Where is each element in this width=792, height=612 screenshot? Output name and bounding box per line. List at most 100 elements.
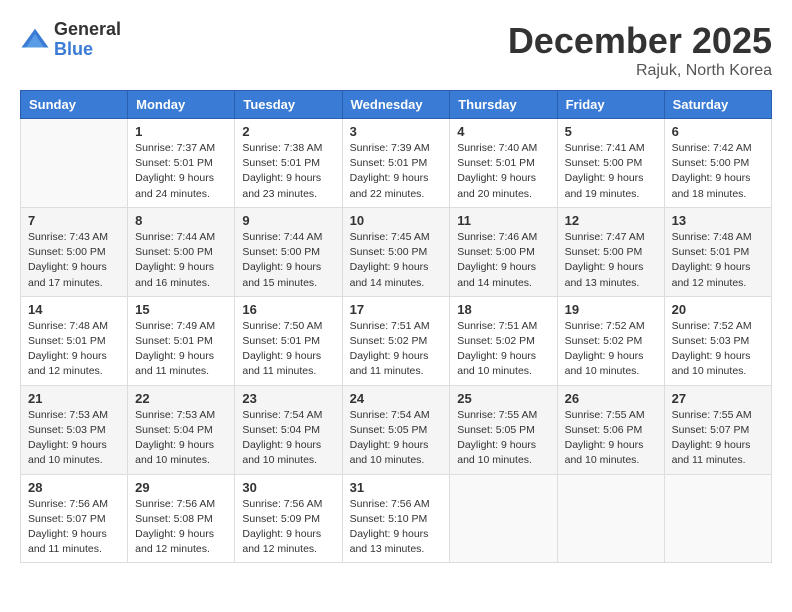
table-row: 18 Sunrise: 7:51 AMSunset: 5:02 PMDaylig…	[450, 296, 557, 385]
table-row: 2 Sunrise: 7:38 AMSunset: 5:01 PMDayligh…	[235, 119, 342, 208]
table-row: 15 Sunrise: 7:49 AMSunset: 5:01 PMDaylig…	[128, 296, 235, 385]
header-tuesday: Tuesday	[235, 91, 342, 119]
header-wednesday: Wednesday	[342, 91, 450, 119]
day-info: Sunrise: 7:53 AMSunset: 5:03 PMDaylight:…	[28, 409, 108, 467]
day-info: Sunrise: 7:38 AMSunset: 5:01 PMDaylight:…	[242, 142, 322, 200]
table-row: 6 Sunrise: 7:42 AMSunset: 5:00 PMDayligh…	[664, 119, 771, 208]
page-header: General Blue December 2025 Rajuk, North …	[20, 20, 772, 80]
day-number: 28	[28, 480, 120, 495]
header-thursday: Thursday	[450, 91, 557, 119]
table-row: 1 Sunrise: 7:37 AMSunset: 5:01 PMDayligh…	[128, 119, 235, 208]
location-title: Rajuk, North Korea	[508, 62, 772, 80]
day-number: 15	[135, 302, 227, 317]
header-sunday: Sunday	[21, 91, 128, 119]
day-info: Sunrise: 7:48 AMSunset: 5:01 PMDaylight:…	[672, 231, 752, 289]
day-number: 2	[242, 124, 334, 139]
month-title: December 2025	[508, 20, 772, 62]
logo-text: General Blue	[54, 20, 121, 60]
calendar-week-row: 21 Sunrise: 7:53 AMSunset: 5:03 PMDaylig…	[21, 385, 772, 474]
logo: General Blue	[20, 20, 121, 60]
day-number: 18	[457, 302, 549, 317]
header-friday: Friday	[557, 91, 664, 119]
day-number: 6	[672, 124, 764, 139]
day-number: 8	[135, 213, 227, 228]
day-info: Sunrise: 7:51 AMSunset: 5:02 PMDaylight:…	[350, 320, 430, 378]
table-row	[664, 474, 771, 563]
calendar-week-row: 7 Sunrise: 7:43 AMSunset: 5:00 PMDayligh…	[21, 207, 772, 296]
day-info: Sunrise: 7:52 AMSunset: 5:03 PMDaylight:…	[672, 320, 752, 378]
calendar-week-row: 1 Sunrise: 7:37 AMSunset: 5:01 PMDayligh…	[21, 119, 772, 208]
day-number: 12	[565, 213, 657, 228]
calendar-header-row: Sunday Monday Tuesday Wednesday Thursday…	[21, 91, 772, 119]
day-info: Sunrise: 7:48 AMSunset: 5:01 PMDaylight:…	[28, 320, 108, 378]
day-info: Sunrise: 7:55 AMSunset: 5:07 PMDaylight:…	[672, 409, 752, 467]
day-info: Sunrise: 7:46 AMSunset: 5:00 PMDaylight:…	[457, 231, 537, 289]
table-row: 14 Sunrise: 7:48 AMSunset: 5:01 PMDaylig…	[21, 296, 128, 385]
table-row: 23 Sunrise: 7:54 AMSunset: 5:04 PMDaylig…	[235, 385, 342, 474]
day-number: 25	[457, 391, 549, 406]
day-info: Sunrise: 7:50 AMSunset: 5:01 PMDaylight:…	[242, 320, 322, 378]
day-info: Sunrise: 7:41 AMSunset: 5:00 PMDaylight:…	[565, 142, 645, 200]
table-row: 8 Sunrise: 7:44 AMSunset: 5:00 PMDayligh…	[128, 207, 235, 296]
table-row: 29 Sunrise: 7:56 AMSunset: 5:08 PMDaylig…	[128, 474, 235, 563]
day-info: Sunrise: 7:54 AMSunset: 5:04 PMDaylight:…	[242, 409, 322, 467]
day-number: 11	[457, 213, 549, 228]
table-row: 7 Sunrise: 7:43 AMSunset: 5:00 PMDayligh…	[21, 207, 128, 296]
day-number: 23	[242, 391, 334, 406]
day-info: Sunrise: 7:55 AMSunset: 5:05 PMDaylight:…	[457, 409, 537, 467]
day-info: Sunrise: 7:44 AMSunset: 5:00 PMDaylight:…	[242, 231, 322, 289]
day-number: 17	[350, 302, 443, 317]
day-info: Sunrise: 7:37 AMSunset: 5:01 PMDaylight:…	[135, 142, 215, 200]
day-info: Sunrise: 7:56 AMSunset: 5:10 PMDaylight:…	[350, 498, 430, 556]
logo-icon	[20, 25, 50, 55]
day-info: Sunrise: 7:43 AMSunset: 5:00 PMDaylight:…	[28, 231, 108, 289]
day-number: 19	[565, 302, 657, 317]
calendar-week-row: 14 Sunrise: 7:48 AMSunset: 5:01 PMDaylig…	[21, 296, 772, 385]
logo-blue: Blue	[54, 40, 121, 60]
table-row: 20 Sunrise: 7:52 AMSunset: 5:03 PMDaylig…	[664, 296, 771, 385]
day-number: 21	[28, 391, 120, 406]
table-row: 5 Sunrise: 7:41 AMSunset: 5:00 PMDayligh…	[557, 119, 664, 208]
table-row	[557, 474, 664, 563]
table-row: 13 Sunrise: 7:48 AMSunset: 5:01 PMDaylig…	[664, 207, 771, 296]
day-info: Sunrise: 7:52 AMSunset: 5:02 PMDaylight:…	[565, 320, 645, 378]
title-area: December 2025 Rajuk, North Korea	[508, 20, 772, 80]
day-info: Sunrise: 7:56 AMSunset: 5:08 PMDaylight:…	[135, 498, 215, 556]
table-row: 22 Sunrise: 7:53 AMSunset: 5:04 PMDaylig…	[128, 385, 235, 474]
day-number: 24	[350, 391, 443, 406]
table-row: 31 Sunrise: 7:56 AMSunset: 5:10 PMDaylig…	[342, 474, 450, 563]
day-info: Sunrise: 7:55 AMSunset: 5:06 PMDaylight:…	[565, 409, 645, 467]
day-info: Sunrise: 7:51 AMSunset: 5:02 PMDaylight:…	[457, 320, 537, 378]
calendar-week-row: 28 Sunrise: 7:56 AMSunset: 5:07 PMDaylig…	[21, 474, 772, 563]
table-row: 9 Sunrise: 7:44 AMSunset: 5:00 PMDayligh…	[235, 207, 342, 296]
table-row: 4 Sunrise: 7:40 AMSunset: 5:01 PMDayligh…	[450, 119, 557, 208]
day-number: 10	[350, 213, 443, 228]
day-number: 1	[135, 124, 227, 139]
day-info: Sunrise: 7:54 AMSunset: 5:05 PMDaylight:…	[350, 409, 430, 467]
table-row: 26 Sunrise: 7:55 AMSunset: 5:06 PMDaylig…	[557, 385, 664, 474]
header-saturday: Saturday	[664, 91, 771, 119]
day-number: 3	[350, 124, 443, 139]
table-row: 3 Sunrise: 7:39 AMSunset: 5:01 PMDayligh…	[342, 119, 450, 208]
day-number: 20	[672, 302, 764, 317]
day-number: 22	[135, 391, 227, 406]
day-number: 26	[565, 391, 657, 406]
day-info: Sunrise: 7:53 AMSunset: 5:04 PMDaylight:…	[135, 409, 215, 467]
table-row: 25 Sunrise: 7:55 AMSunset: 5:05 PMDaylig…	[450, 385, 557, 474]
day-info: Sunrise: 7:56 AMSunset: 5:09 PMDaylight:…	[242, 498, 322, 556]
day-info: Sunrise: 7:39 AMSunset: 5:01 PMDaylight:…	[350, 142, 430, 200]
day-number: 16	[242, 302, 334, 317]
table-row: 17 Sunrise: 7:51 AMSunset: 5:02 PMDaylig…	[342, 296, 450, 385]
day-number: 13	[672, 213, 764, 228]
table-row: 30 Sunrise: 7:56 AMSunset: 5:09 PMDaylig…	[235, 474, 342, 563]
day-number: 14	[28, 302, 120, 317]
day-info: Sunrise: 7:47 AMSunset: 5:00 PMDaylight:…	[565, 231, 645, 289]
table-row: 27 Sunrise: 7:55 AMSunset: 5:07 PMDaylig…	[664, 385, 771, 474]
day-info: Sunrise: 7:44 AMSunset: 5:00 PMDaylight:…	[135, 231, 215, 289]
table-row: 19 Sunrise: 7:52 AMSunset: 5:02 PMDaylig…	[557, 296, 664, 385]
logo-general: General	[54, 20, 121, 40]
day-number: 31	[350, 480, 443, 495]
day-number: 9	[242, 213, 334, 228]
day-number: 27	[672, 391, 764, 406]
day-info: Sunrise: 7:40 AMSunset: 5:01 PMDaylight:…	[457, 142, 537, 200]
